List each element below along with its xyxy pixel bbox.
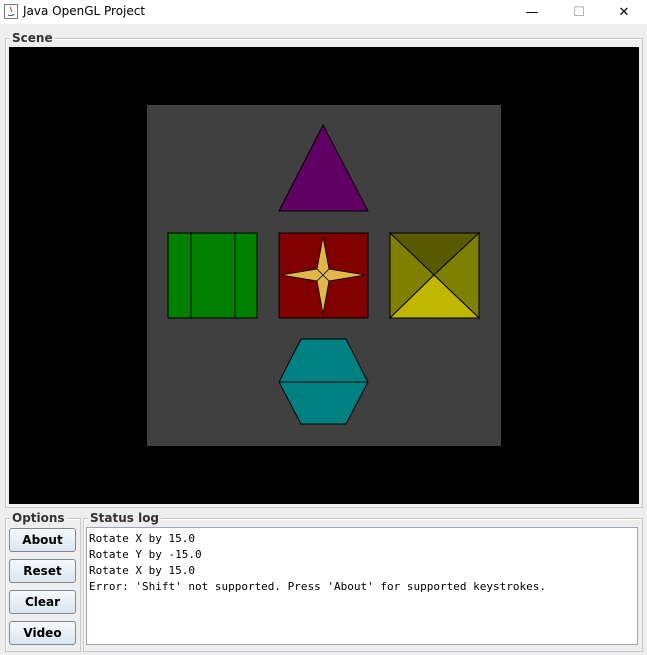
title-bar: Java OpenGL Project — ☐ ✕	[0, 0, 647, 24]
java-app-icon	[4, 4, 18, 19]
red-star-square	[278, 232, 369, 319]
options-group-title: Options	[10, 511, 67, 525]
scene-group-title: Scene	[10, 31, 55, 45]
log-line: Rotate X by 15.0	[89, 564, 195, 577]
olive-pyramid	[388, 231, 481, 320]
minimize-icon: —	[525, 4, 539, 20]
clear-button[interactable]: Clear	[9, 590, 76, 614]
video-button[interactable]: Video	[9, 621, 76, 645]
log-line: Rotate X by 15.0	[89, 532, 195, 545]
status-log-textarea[interactable]: Rotate X by 15.0 Rotate Y by -15.0 Rotat…	[86, 527, 638, 645]
log-line: Rotate Y by -15.0	[89, 548, 202, 561]
opengl-canvas[interactable]	[9, 47, 639, 504]
maximize-icon: ☐	[573, 4, 585, 20]
close-button[interactable]: ✕	[601, 0, 647, 24]
window-title: Java OpenGL Project	[23, 4, 146, 18]
about-button[interactable]: About	[9, 528, 76, 552]
green-cube	[167, 232, 258, 319]
reset-button[interactable]: Reset	[9, 559, 76, 583]
minimize-button[interactable]: —	[509, 0, 555, 24]
scene-svg	[147, 105, 501, 446]
maximize-button[interactable]: ☐	[556, 0, 602, 24]
log-line: Error: 'Shift' not supported. Press 'Abo…	[89, 580, 546, 593]
status-log-title: Status log	[88, 511, 162, 525]
close-icon: ✕	[618, 4, 630, 20]
